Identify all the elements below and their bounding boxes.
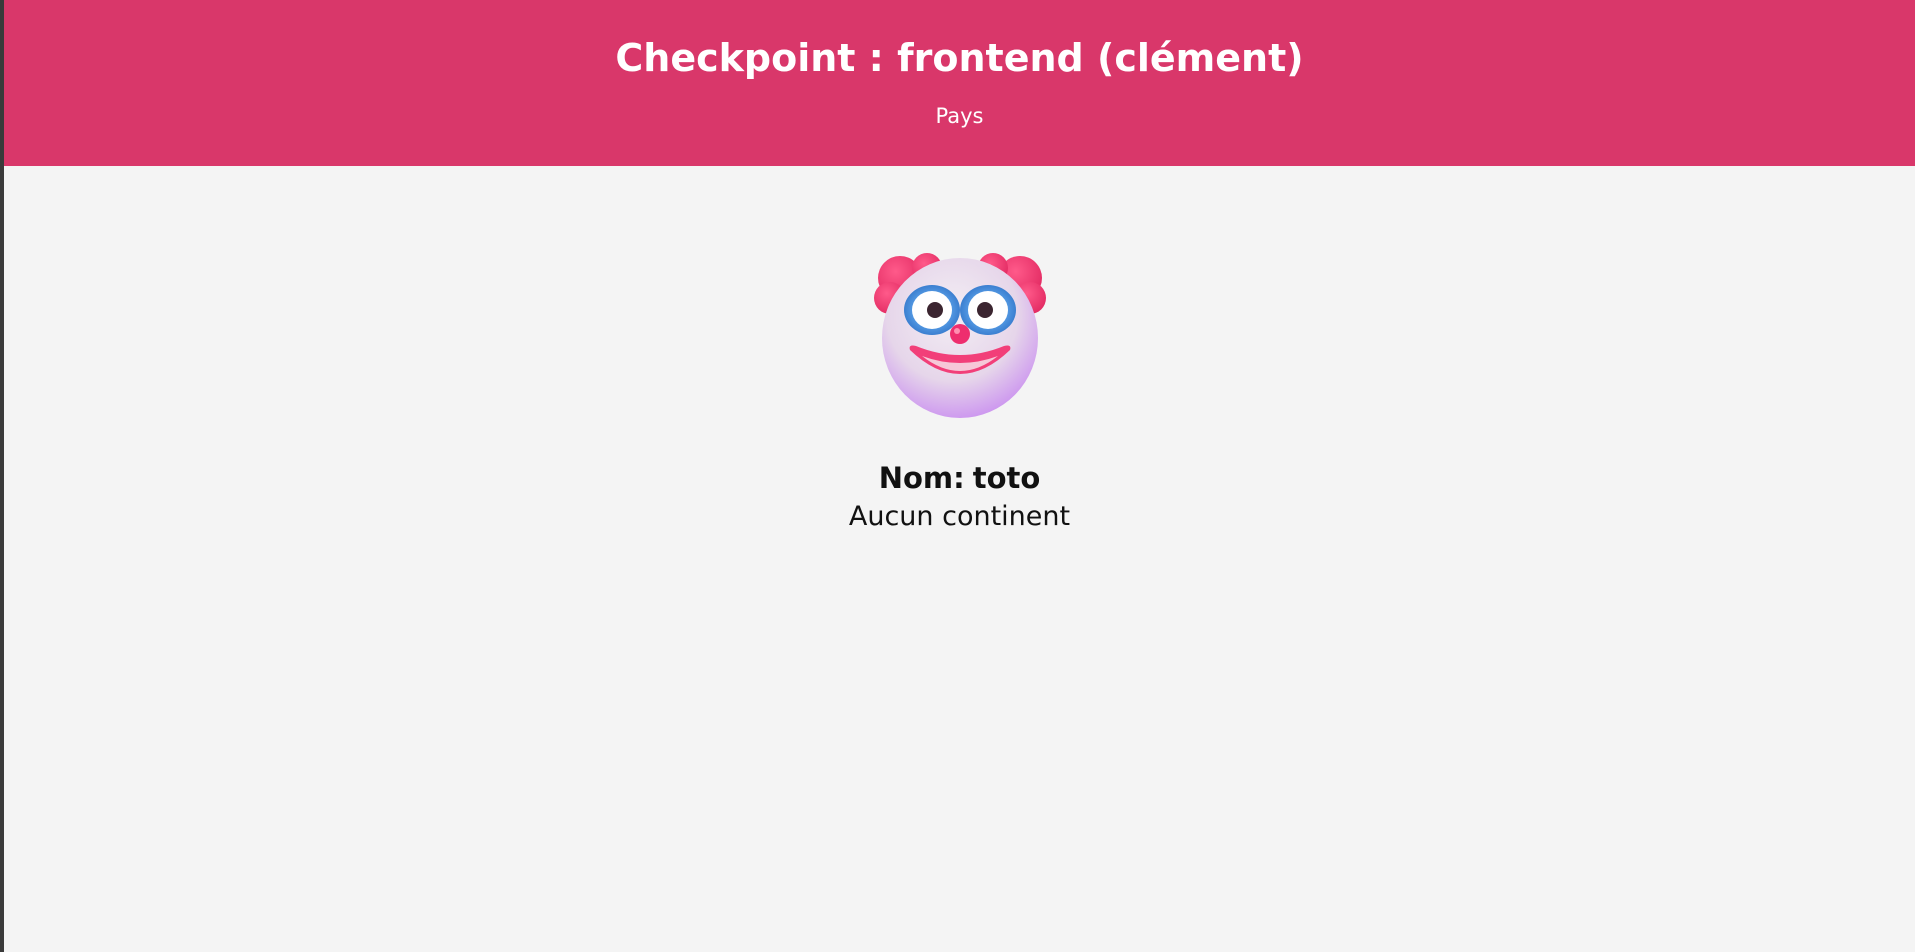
- page-title: Checkpoint : frontend (clément): [615, 36, 1304, 80]
- country-name: Nom: toto: [879, 460, 1041, 496]
- country-detail: Nom: toto Aucun continent: [4, 166, 1915, 534]
- nav-link-pays[interactable]: Pays: [936, 104, 984, 128]
- continent-text: Aucun continent: [848, 501, 1071, 532]
- page-header: Checkpoint : frontend (clément) Pays: [4, 0, 1915, 166]
- clown-face-icon: [873, 253, 1046, 418]
- name-value: toto: [972, 461, 1041, 495]
- name-label: Nom:: [878, 461, 965, 495]
- app-window: Checkpoint : frontend (clément) Pays Nom…: [4, 0, 1915, 952]
